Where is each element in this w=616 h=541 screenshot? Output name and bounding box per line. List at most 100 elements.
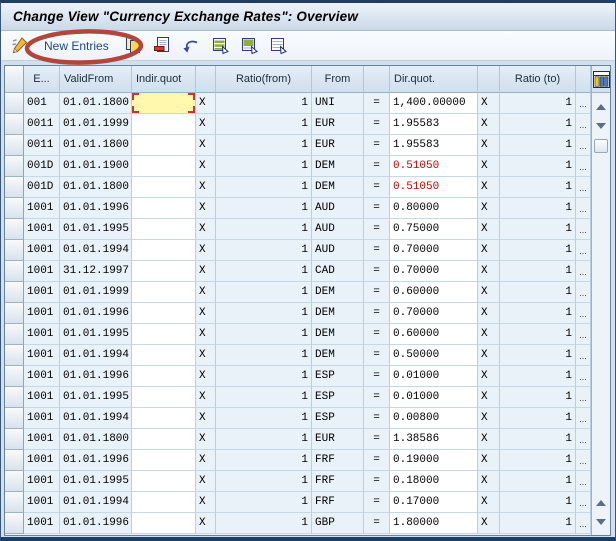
cell-ratio-from[interactable]: 1 (216, 303, 312, 324)
cell-ratio-from[interactable]: 1 (216, 198, 312, 219)
cell-direct-flag[interactable]: X (478, 93, 500, 114)
cell-ratio-to[interactable]: 1 (500, 408, 576, 429)
cell-direct-flag[interactable]: X (478, 177, 500, 198)
cell-direct-flag[interactable]: X (478, 471, 500, 492)
cell-direct-quotation[interactable]: 1.80000 (390, 513, 478, 534)
delete-entry-button[interactable] (152, 35, 173, 56)
cell-valid-from[interactable]: 31.12.1997 (60, 261, 132, 282)
cell-indirect-flag[interactable]: X (196, 366, 216, 387)
cell-direct-quotation[interactable]: 0.01000 (390, 387, 478, 408)
cell-ratio-to[interactable]: 1 (500, 282, 576, 303)
cell-from-currency[interactable]: CAD (312, 261, 364, 282)
cell-indirect-flag[interactable]: X (196, 198, 216, 219)
cell-ratio-to[interactable]: 1 (500, 429, 576, 450)
new-entries-button[interactable]: New Entries (44, 39, 109, 53)
cell-exchange-rate-type[interactable]: 1001 (24, 408, 60, 429)
cell-ratio-to[interactable]: 1 (500, 93, 576, 114)
header-from-currency[interactable]: From (312, 66, 364, 93)
cell-direct-flag[interactable]: X (478, 135, 500, 156)
cell-exchange-rate-type[interactable]: 1001 (24, 303, 60, 324)
cell-ratio-from[interactable]: 1 (216, 513, 312, 534)
cell-from-currency[interactable]: DEM (312, 156, 364, 177)
cell-valid-from[interactable]: 01.01.1996 (60, 198, 132, 219)
cell-valid-from[interactable]: 01.01.1996 (60, 513, 132, 534)
cell-ratio-to[interactable]: 1 (500, 387, 576, 408)
row-selector[interactable] (5, 324, 24, 345)
cell-ratio-from[interactable]: 1 (216, 429, 312, 450)
cell-indirect-quotation[interactable] (132, 513, 196, 534)
cell-ratio-from[interactable]: 1 (216, 240, 312, 261)
cell-ratio-to[interactable]: 1 (500, 450, 576, 471)
cell-valid-from[interactable]: 01.01.1800 (60, 135, 132, 156)
cell-ratio-to[interactable]: 1 (500, 219, 576, 240)
cell-direct-flag[interactable]: X (478, 261, 500, 282)
cell-exchange-rate-type[interactable]: 1001 (24, 219, 60, 240)
cell-valid-from[interactable]: 01.01.1800 (60, 429, 132, 450)
row-selector[interactable] (5, 282, 24, 303)
table-settings-button[interactable] (592, 66, 610, 93)
cell-direct-quotation[interactable]: 0.50000 (390, 345, 478, 366)
cell-direct-quotation[interactable]: 0.60000 (390, 324, 478, 345)
cell-indirect-quotation[interactable] (132, 261, 196, 282)
cell-indirect-flag[interactable]: X (196, 387, 216, 408)
cell-direct-flag[interactable]: X (478, 450, 500, 471)
cell-indirect-quotation[interactable] (132, 408, 196, 429)
cell-indirect-quotation[interactable] (132, 324, 196, 345)
cell-ratio-from[interactable]: 1 (216, 492, 312, 513)
cell-indirect-quotation[interactable] (132, 198, 196, 219)
cell-indirect-flag[interactable]: X (196, 135, 216, 156)
cell-direct-flag[interactable]: X (478, 240, 500, 261)
cell-valid-from[interactable]: 01.01.1994 (60, 345, 132, 366)
cell-direct-quotation[interactable]: 0.70000 (390, 261, 478, 282)
cell-valid-from[interactable]: 01.01.1900 (60, 156, 132, 177)
row-selector[interactable] (5, 198, 24, 219)
cell-exchange-rate-type[interactable]: 1001 (24, 366, 60, 387)
cell-exchange-rate-type[interactable]: 1001 (24, 345, 60, 366)
display-change-button[interactable] (9, 35, 30, 56)
cell-indirect-quotation[interactable] (132, 387, 196, 408)
row-selector[interactable] (5, 429, 24, 450)
cell-exchange-rate-type[interactable]: 0011 (24, 135, 60, 156)
cell-direct-quotation[interactable]: 1,400.00000 (390, 93, 478, 114)
scroll-page-up-button[interactable] (593, 495, 610, 510)
cell-exchange-rate-type[interactable]: 1001 (24, 324, 60, 345)
cell-ratio-from[interactable]: 1 (216, 156, 312, 177)
cell-indirect-quotation[interactable] (132, 156, 196, 177)
cell-ratio-to[interactable]: 1 (500, 303, 576, 324)
select-all-button[interactable] (210, 35, 231, 56)
cell-from-currency[interactable]: DEM (312, 177, 364, 198)
cell-from-currency[interactable]: DEM (312, 345, 364, 366)
cell-indirect-flag[interactable]: X (196, 240, 216, 261)
cell-direct-flag[interactable]: X (478, 282, 500, 303)
row-selector[interactable] (5, 219, 24, 240)
cell-direct-quotation[interactable]: 0.17000 (390, 492, 478, 513)
row-selector[interactable] (5, 135, 24, 156)
cell-exchange-rate-type[interactable]: 1001 (24, 429, 60, 450)
cell-direct-quotation[interactable]: 0.75000 (390, 219, 478, 240)
cell-indirect-quotation[interactable] (132, 345, 196, 366)
cell-valid-from[interactable]: 01.01.1995 (60, 387, 132, 408)
cell-ratio-from[interactable]: 1 (216, 282, 312, 303)
cell-direct-quotation[interactable]: 0.51050 (390, 177, 478, 198)
cell-ratio-from[interactable]: 1 (216, 345, 312, 366)
cell-exchange-rate-type[interactable]: 1001 (24, 471, 60, 492)
cell-direct-quotation[interactable]: 0.70000 (390, 303, 478, 324)
cell-indirect-quotation[interactable] (132, 471, 196, 492)
cell-exchange-rate-type[interactable]: 1001 (24, 513, 60, 534)
cell-direct-quotation[interactable]: 0.51050 (390, 156, 478, 177)
cell-exchange-rate-type[interactable]: 0011 (24, 114, 60, 135)
cell-valid-from[interactable]: 01.01.1994 (60, 240, 132, 261)
row-selector[interactable] (5, 156, 24, 177)
cell-ratio-to[interactable]: 1 (500, 324, 576, 345)
cell-ratio-from[interactable]: 1 (216, 261, 312, 282)
cell-from-currency[interactable]: UNI (312, 93, 364, 114)
cell-valid-from[interactable]: 01.01.1996 (60, 450, 132, 471)
row-selector[interactable] (5, 513, 24, 534)
cell-indirect-quotation[interactable] (132, 93, 196, 114)
cell-exchange-rate-type[interactable]: 1001 (24, 240, 60, 261)
cell-indirect-quotation[interactable] (132, 450, 196, 471)
cell-direct-flag[interactable]: X (478, 324, 500, 345)
cell-ratio-to[interactable]: 1 (500, 156, 576, 177)
header-valid-from[interactable]: ValidFrom (60, 66, 132, 93)
cell-exchange-rate-type[interactable]: 1001 (24, 198, 60, 219)
